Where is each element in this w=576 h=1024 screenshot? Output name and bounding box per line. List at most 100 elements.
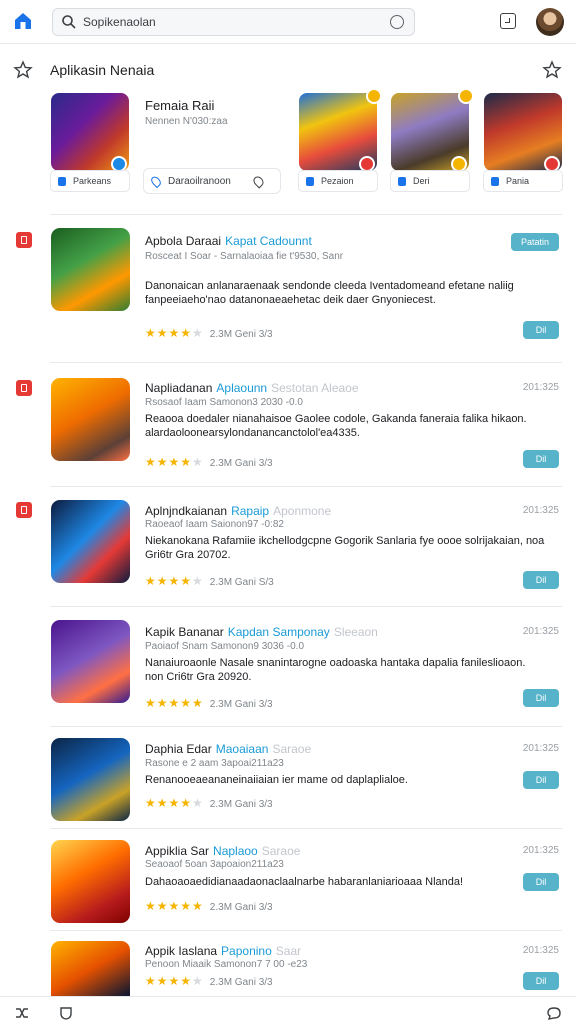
app-meta: Penoon Miaaik Samonon7 7 00 -e23 (145, 959, 308, 970)
app-name[interactable]: Appik Iaslana Paponino Saar (145, 944, 301, 958)
app-icon (398, 177, 406, 186)
install-button[interactable]: Dil (523, 571, 559, 589)
install-button[interactable]: Dil (523, 450, 559, 468)
search-bar[interactable] (52, 8, 415, 36)
avatar[interactable] (536, 8, 564, 36)
star-rating-icon: ★★★★★ (145, 326, 204, 340)
app-name[interactable]: Apbola Daraai Kapat Cadounnt (145, 234, 312, 248)
install-icon[interactable] (500, 13, 516, 29)
install-button[interactable]: Dil (523, 873, 559, 891)
app-icon[interactable] (51, 941, 130, 996)
app-rating: ★★★★★ 2.3M Gani 3/3 (145, 455, 273, 469)
location-icon (251, 174, 266, 189)
shield-icon[interactable] (58, 1005, 74, 1021)
app-description: Renanooeaeananeinaiiaian ier mame od dap… (145, 774, 408, 786)
section-title: Aplikasin Nenaia (50, 62, 155, 78)
app-rating: ★★★★★ 2.3M Gani 3/3 (145, 974, 273, 988)
install-button[interactable]: Dil (523, 972, 559, 990)
app-meta: Rasone e 2 aam 3apoai211a23 (145, 758, 284, 769)
list-item[interactable]: Kapik Bananar Kapdan Samponay Sleeaon 201:… (0, 614, 576, 726)
app-description: Niekanokana Rafamiie ikchellodgcpne Gogo… (145, 535, 545, 561)
star-rating-icon: ★★★★★ (145, 974, 204, 988)
featured-info: Femaia Raii Nennen N'030:zaa Daraoilrano… (143, 92, 283, 202)
app-description: Dahaoaoaedidianaadaonaclaalnarbe habaran… (145, 876, 464, 888)
app-name[interactable]: Kapik Bananar Kapdan Samponay Sleeaon (145, 625, 378, 639)
app-description: Danonaican anlanaraenaak sendonde cleeda… (145, 280, 514, 306)
app-date: 201:325 (522, 945, 559, 956)
app-meta: Seaoaof 5oan 3apoaion211a23 (145, 859, 284, 870)
app-icon[interactable] (51, 228, 130, 311)
divider (50, 828, 562, 829)
divider (50, 606, 562, 607)
divider (50, 486, 562, 487)
star-rating-icon: ★★★★★ (145, 455, 204, 469)
shuffle-icon[interactable] (14, 1005, 30, 1021)
app-icon[interactable] (51, 840, 130, 923)
featured-chip[interactable]: Parkeans (50, 170, 130, 192)
corner-badge (458, 88, 474, 104)
app-name[interactable]: Appiklia Sar Naplaoo Saraoe (145, 844, 300, 858)
list-item[interactable]: Napliadanan Aplaounn Sestotan Aleaoe 201:3… (0, 370, 576, 486)
app-meta: Rosceat I Soar - Sarnalaoiaa fie t'9530,… (145, 251, 344, 262)
pin-icon (149, 174, 163, 189)
featured-chip[interactable]: Deri (390, 170, 470, 192)
install-button[interactable]: Dil (523, 689, 559, 707)
app-icon (306, 177, 314, 186)
category-tag[interactable]: Patatin (511, 233, 559, 251)
home-icon[interactable] (12, 10, 34, 32)
list-item[interactable]: Apbola Daraai Kapat Cadounnt Patatin Rosc… (0, 222, 576, 362)
featured-card[interactable]: Pania (483, 92, 563, 202)
app-icon[interactable] (51, 620, 130, 703)
install-button[interactable]: Dil (523, 771, 559, 789)
featured-chip[interactable]: Pezaion (298, 170, 378, 192)
list-item[interactable]: Daphia Edar Maoaiaan Saraoe 201:325 Rasone… (0, 734, 576, 828)
app-icon[interactable] (51, 500, 130, 583)
app-description: Reaooa doedaler nianahaisoe Gaolee codol… (145, 413, 527, 439)
app-icon[interactable] (51, 738, 130, 821)
flag-icon (16, 232, 32, 248)
flag-icon (16, 502, 32, 518)
corner-badge (366, 88, 382, 104)
divider (50, 214, 562, 215)
app-icon[interactable] (51, 378, 130, 461)
app-rating: ★★★★★ 2.3M Gani 3/3 (145, 899, 273, 913)
featured-subtitle: Nennen N'030:zaa (145, 116, 228, 127)
top-bar (0, 0, 576, 44)
app-date: 201:325 (522, 845, 559, 856)
featured-card[interactable]: Deri (390, 88, 474, 202)
chat-icon[interactable] (546, 1005, 562, 1021)
featured-chip[interactable]: Pania (483, 170, 563, 192)
app-rating: ★★★★★ 2.3M Geni 3/3 (145, 326, 273, 340)
star-rating-icon: ★★★★★ (145, 696, 204, 710)
divider (50, 362, 562, 363)
app-icon (58, 177, 66, 186)
featured-card[interactable]: Pezaion (298, 88, 382, 202)
app-date: 201:325 (522, 626, 559, 637)
bottom-bar (0, 996, 576, 1024)
star-rating-icon: ★★★★★ (145, 574, 204, 588)
app-meta: Raoeaof Iaam Saionon97 -0:82 (145, 519, 284, 530)
list-item[interactable]: Aplnjndkaianan Rapaip Aponmone 201:325 Rao… (0, 494, 576, 606)
app-rating: ★★★★★ 2.3M Gani 3/3 (145, 796, 273, 810)
list-item[interactable]: Appik Iaslana Paponino Saar 201:325 Penoon… (0, 938, 576, 996)
search-icon (62, 15, 76, 29)
app-name[interactable]: Daphia Edar Maoaiaan Saraoe (145, 742, 311, 756)
star-outline-icon[interactable] (542, 60, 562, 80)
star-outline-icon[interactable] (13, 60, 33, 80)
app-icon (491, 177, 499, 186)
list-item[interactable]: Appiklia Sar Naplaoo Saraoe 201:325 Seaoao… (0, 836, 576, 930)
section-header: Aplikasin Nenaia (0, 52, 576, 84)
location-chip[interactable]: Daraoilranoon (143, 168, 281, 194)
voice-search-icon[interactable] (390, 15, 404, 29)
app-rating: ★★★★★ 2.3M Gani 3/3 (145, 696, 273, 710)
install-button[interactable]: Dil (523, 321, 559, 339)
search-input[interactable] (83, 12, 373, 32)
divider (50, 726, 562, 727)
featured-card[interactable]: Parkeans (50, 92, 130, 202)
app-name[interactable]: Aplnjndkaianan Rapaip Aponmone (145, 504, 331, 518)
app-date: 201:325 (522, 382, 559, 393)
app-description: Nanaiuroaonle Nasale snanintarogne oadoa… (145, 657, 526, 683)
app-date: 201:325 (522, 505, 559, 516)
app-name[interactable]: Napliadanan Aplaounn Sestotan Aleaoe (145, 381, 359, 395)
star-rating-icon: ★★★★★ (145, 899, 204, 913)
